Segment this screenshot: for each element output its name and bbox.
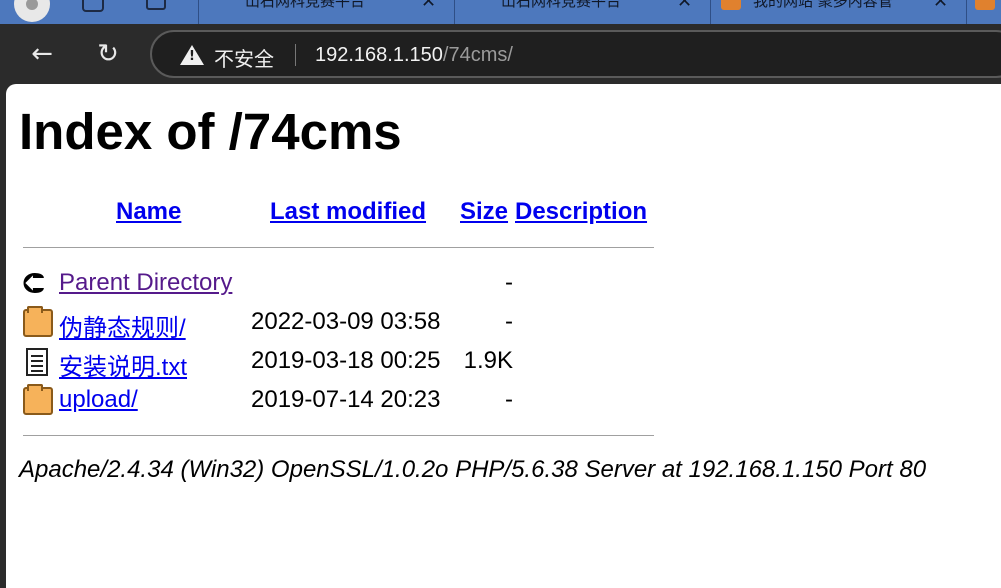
- divider: [23, 247, 654, 248]
- divider: [295, 44, 296, 66]
- page-title: Index of /74cms: [19, 103, 402, 160]
- column-header-description[interactable]: Description: [515, 198, 647, 226]
- back-arrow-icon[interactable]: ←: [26, 38, 58, 70]
- list-item: 安装说明.txt 2019-03-18 00:25 1.9K: [23, 346, 663, 381]
- list-item: 伪静态规则/ 2022-03-09 03:58 -: [23, 306, 663, 342]
- url-host: 192.168.1.150: [315, 44, 443, 66]
- tab-actions-icon[interactable]: [146, 0, 166, 10]
- entry-link[interactable]: 安装说明.txt: [59, 347, 187, 382]
- security-label[interactable]: 不安全: [214, 43, 274, 72]
- reload-icon[interactable]: ↻: [92, 38, 124, 70]
- text-file-icon: [26, 348, 48, 376]
- list-item: ⮈ Parent Directory -: [23, 268, 663, 300]
- column-header-size[interactable]: Size: [460, 198, 508, 226]
- file-size: -: [505, 269, 513, 296]
- tab-strip: 山石网科竞赛平台 ✕ 山石网科竞赛平台 ✕ 我的网站 聚多内容管 ✕: [0, 0, 1001, 24]
- file-size: -: [505, 386, 513, 413]
- address-bar[interactable]: 不安全 192.168.1.150/74cms/: [150, 30, 1001, 78]
- last-modified: 2019-07-14 20:23: [251, 386, 441, 413]
- url-path: /74cms/: [442, 44, 513, 66]
- warning-icon[interactable]: [180, 45, 204, 65]
- tab-close-icon[interactable]: ✕: [933, 0, 948, 12]
- entry-link[interactable]: upload/: [59, 386, 138, 414]
- divider: [23, 435, 654, 436]
- list-item: upload/ 2019-07-14 20:23 -: [23, 384, 663, 417]
- browser-tab[interactable]: 山石网科竞赛平台 ✕: [198, 0, 454, 24]
- tab-title: 山石网科竞赛平台: [501, 0, 622, 10]
- folder-icon: [23, 306, 53, 337]
- server-signature: Apache/2.4.34 (Win32) OpenSSL/1.0.2o PHP…: [19, 456, 927, 483]
- column-header-last-modified[interactable]: Last modified: [270, 198, 426, 226]
- workspaces-icon[interactable]: [82, 0, 104, 12]
- parent-directory-link[interactable]: Parent Directory: [59, 269, 232, 297]
- url-text[interactable]: 192.168.1.150/74cms/: [315, 44, 513, 67]
- file-size: 1.9K: [463, 347, 513, 374]
- page-viewport: Index of /74cms Name Last modified Size …: [6, 84, 1001, 588]
- last-modified: 2022-03-09 03:58: [251, 308, 441, 335]
- column-header-name[interactable]: Name: [116, 198, 181, 226]
- browser-tab[interactable]: [966, 0, 1001, 24]
- profile-avatar[interactable]: [14, 0, 50, 22]
- tab-close-icon[interactable]: ✕: [677, 0, 692, 12]
- browser-tab[interactable]: 山石网科竞赛平台 ✕: [454, 0, 710, 24]
- site-favicon-icon: [975, 0, 995, 10]
- entry-link[interactable]: 伪静态规则/: [59, 308, 186, 343]
- folder-icon: [23, 384, 53, 415]
- browser-tab[interactable]: 我的网站 聚多内容管 ✕: [710, 0, 966, 24]
- tab-title: 我的网站 聚多内容管: [753, 0, 893, 10]
- browser-toolbar: ← ↻ 不安全 192.168.1.150/74cms/: [0, 24, 1001, 84]
- site-favicon-icon: [721, 0, 741, 10]
- back-arrow-icon: ⮈: [23, 267, 45, 300]
- last-modified: 2019-03-18 00:25: [251, 347, 441, 374]
- tab-close-icon[interactable]: ✕: [421, 0, 436, 12]
- file-size: -: [505, 308, 513, 335]
- tab-title: 山石网科竞赛平台: [245, 0, 366, 10]
